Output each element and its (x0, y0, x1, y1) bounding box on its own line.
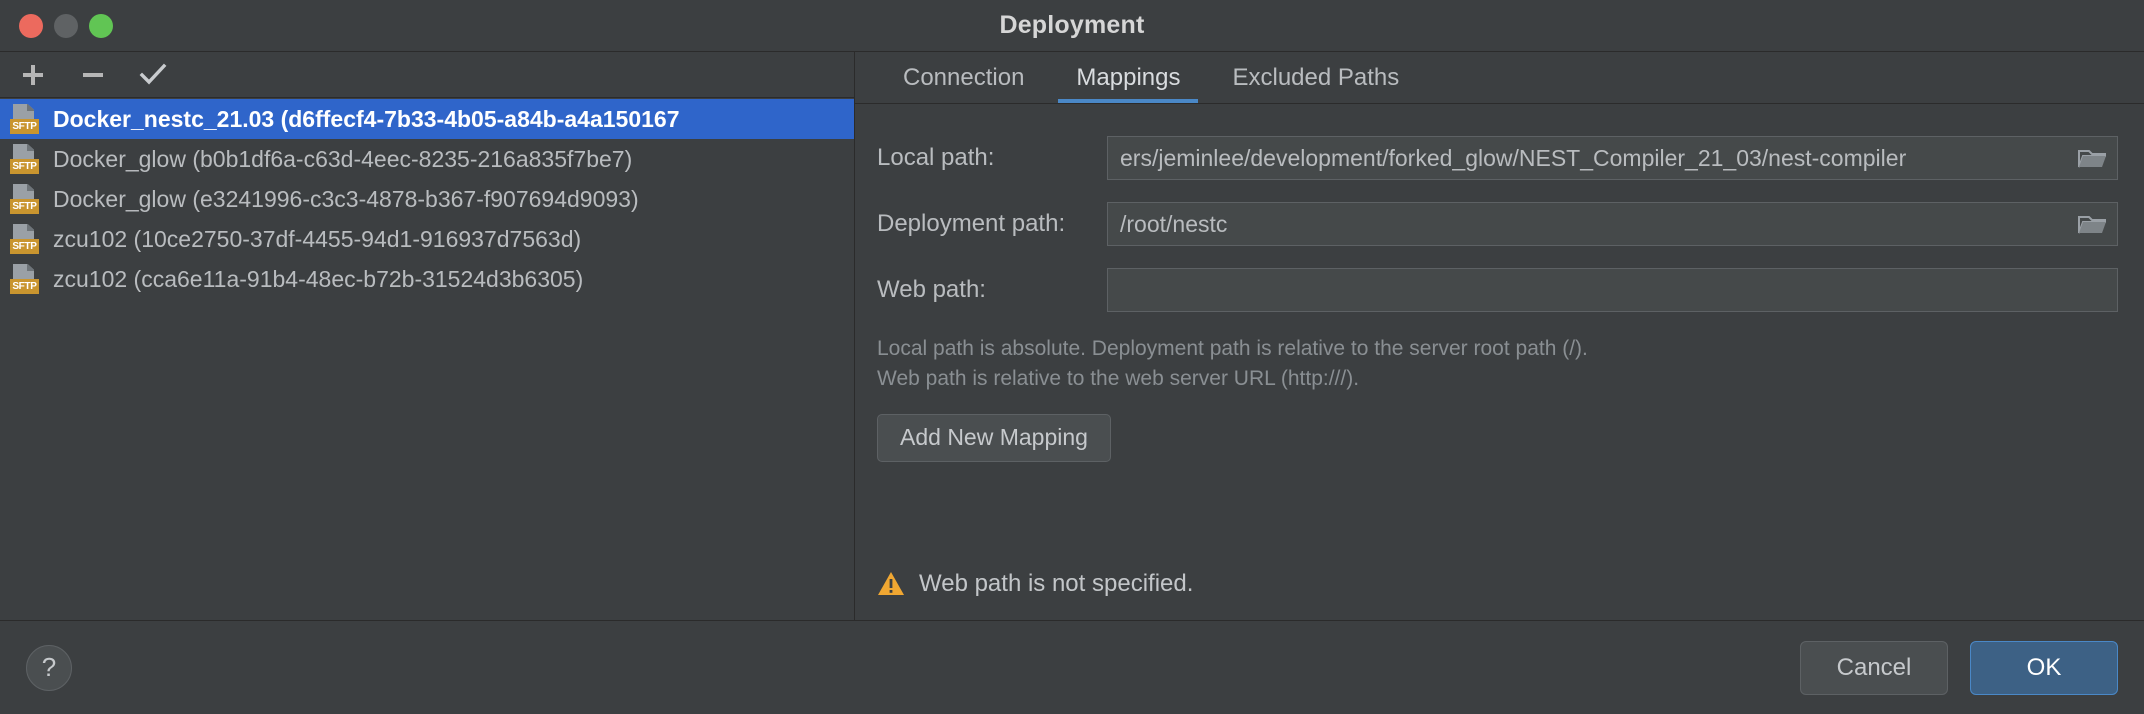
browse-deployment-path-button[interactable] (2075, 209, 2109, 239)
sftp-server-icon: SFTP (10, 264, 40, 294)
add-new-mapping-button[interactable]: Add New Mapping (877, 413, 1111, 462)
server-name: zcu102 (cca6e11a-91b4-48ec-b72b-31524d3b… (53, 265, 584, 292)
server-name: Docker_nestc_21.03 (d6ffecf4-7b33-4b05-a… (53, 105, 680, 132)
minus-icon (83, 72, 103, 77)
mapping-hint: Local path is absolute. Deployment path … (877, 334, 2118, 394)
list-item[interactable]: SFTP zcu102 (cca6e11a-91b4-48ec-b72b-315… (0, 259, 854, 299)
deployment-path-row: Deployment path: /root/nestc (877, 202, 2118, 246)
tab-connection[interactable]: Connection (877, 52, 1050, 103)
validation-warning: Web path is not specified. (877, 570, 1193, 598)
local-path-value: ers/jeminlee/development/forked_glow/NES… (1120, 144, 1907, 171)
sftp-badge-label: SFTP (10, 279, 39, 294)
title-bar: Deployment (0, 0, 2144, 52)
tab-bar: Connection Mappings Excluded Paths (855, 52, 2144, 104)
local-path-input[interactable]: ers/jeminlee/development/forked_glow/NES… (1107, 136, 2118, 180)
web-path-label: Web path: (877, 276, 986, 303)
server-list[interactable]: SFTP Docker_nestc_21.03 (d6ffecf4-7b33-4… (0, 98, 854, 620)
local-path-row: Local path: ers/jeminlee/development/for… (877, 136, 2118, 180)
mappings-form: Local path: ers/jeminlee/development/for… (855, 104, 2144, 620)
plus-icon (23, 64, 43, 85)
cancel-button[interactable]: Cancel (1800, 640, 1948, 695)
server-list-toolbar (0, 52, 854, 98)
folder-icon (2078, 216, 2106, 234)
web-path-row: Web path: (877, 268, 2118, 312)
help-button[interactable]: ? (26, 644, 72, 691)
server-list-panel: SFTP Docker_nestc_21.03 (d6ffecf4-7b33-4… (0, 52, 855, 620)
mapping-hint-line-1: Local path is absolute. Deployment path … (877, 337, 1588, 360)
list-item[interactable]: SFTP Docker_nestc_21.03 (d6ffecf4-7b33-4… (0, 99, 854, 139)
settings-panel: Connection Mappings Excluded Paths Local… (855, 52, 2144, 620)
sftp-server-icon: SFTP (10, 104, 40, 134)
window-title: Deployment (999, 11, 1145, 39)
server-name: Docker_glow (e3241996-c3c3-4878-b367-f90… (53, 185, 639, 212)
set-default-server-button[interactable] (136, 58, 170, 92)
sftp-badge-label: SFTP (10, 119, 39, 134)
deployment-path-input[interactable]: /root/nestc (1107, 202, 2118, 246)
deployment-dialog: Deployment SFTP Docker_nestc_21.03 (d6ff… (0, 0, 2144, 714)
web-path-input[interactable] (1107, 268, 2118, 312)
mapping-hint-line-2: Web path is relative to the web server U… (877, 366, 1360, 390)
validation-warning-text: Web path is not specified. (919, 570, 1194, 597)
checkmark-icon (139, 63, 167, 84)
sftp-server-icon: SFTP (10, 144, 40, 174)
window-controls (0, 13, 113, 38)
sftp-badge-label: SFTP (10, 239, 39, 254)
deployment-path-label: Deployment path: (877, 210, 1066, 237)
deployment-path-value: /root/nestc (1120, 210, 1228, 237)
dialog-footer: ? Cancel OK (0, 620, 2144, 714)
ok-button[interactable]: OK (1970, 640, 2118, 695)
browse-local-path-button[interactable] (2075, 143, 2109, 173)
sftp-badge-label: SFTP (10, 199, 39, 214)
tab-mappings[interactable]: Mappings (1050, 52, 1206, 103)
minimize-window-button[interactable] (54, 13, 78, 38)
close-window-button[interactable] (19, 13, 43, 38)
dialog-body: SFTP Docker_nestc_21.03 (d6ffecf4-7b33-4… (0, 52, 2144, 620)
maximize-window-button[interactable] (89, 13, 113, 38)
sftp-badge-label: SFTP (10, 159, 39, 174)
add-server-button[interactable] (16, 58, 50, 92)
tab-excluded-paths[interactable]: Excluded Paths (1206, 52, 1425, 103)
folder-icon (2078, 150, 2106, 168)
server-name: zcu102 (10ce2750-37df-4455-94d1-916937d7… (53, 225, 582, 252)
warning-triangle-icon (878, 572, 904, 595)
list-item[interactable]: SFTP zcu102 (10ce2750-37df-4455-94d1-916… (0, 219, 854, 259)
remove-server-button[interactable] (76, 58, 110, 92)
list-item[interactable]: SFTP Docker_glow (e3241996-c3c3-4878-b36… (0, 179, 854, 219)
server-name: Docker_glow (b0b1df6a-c63d-4eec-8235-216… (53, 145, 633, 172)
list-item[interactable]: SFTP Docker_glow (b0b1df6a-c63d-4eec-823… (0, 139, 854, 179)
sftp-server-icon: SFTP (10, 184, 40, 214)
sftp-server-icon: SFTP (10, 224, 40, 254)
local-path-label: Local path: (877, 144, 995, 171)
